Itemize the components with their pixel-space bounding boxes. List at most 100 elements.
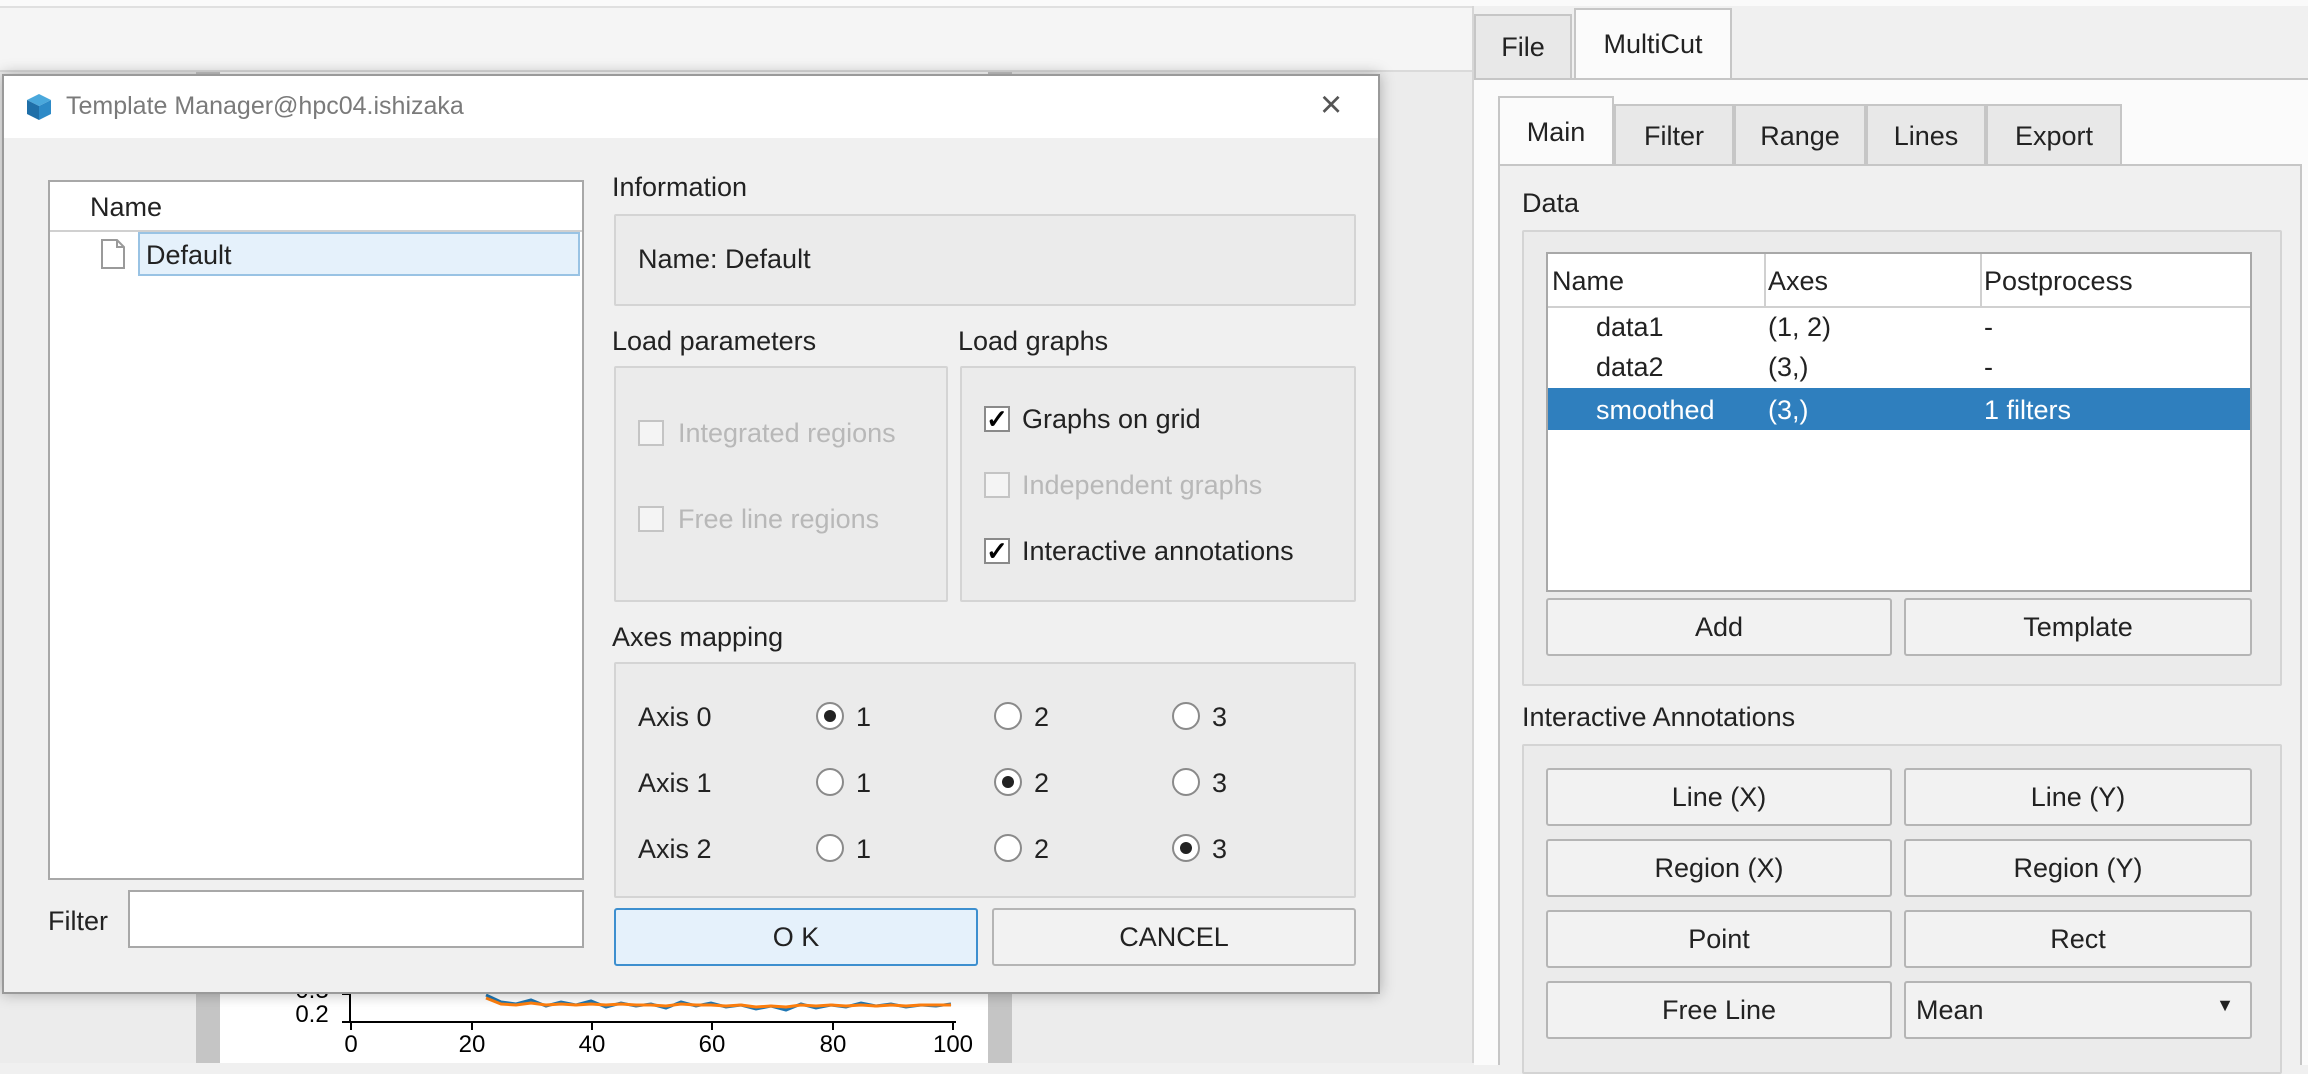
template-list-header: Name bbox=[50, 182, 582, 232]
free-line-button[interactable]: Free Line bbox=[1546, 981, 1892, 1039]
region-y-button[interactable]: Region (Y) bbox=[1904, 839, 2252, 897]
table-row-selected[interactable]: smoothed (3,) 1 filters bbox=[1548, 388, 2250, 430]
free-line-regions-label: Free line regions bbox=[678, 504, 880, 534]
column-header-postprocess[interactable]: Postprocess bbox=[1984, 266, 2133, 297]
tab-multicut[interactable]: MultiCut bbox=[1574, 8, 1732, 78]
information-text: Name: Default bbox=[638, 244, 811, 274]
radio-label: 2 bbox=[1034, 834, 1050, 864]
axis-2-option-1-radio[interactable] bbox=[816, 834, 844, 862]
radio-label: 1 bbox=[856, 702, 872, 732]
load-parameters-title: Load parameters bbox=[612, 326, 817, 356]
row-postprocess: 1 filters bbox=[1984, 395, 2072, 425]
row-name: data1 bbox=[1596, 312, 1664, 342]
dialog-title-bar[interactable]: Template Manager@hpc04.ishizaka × bbox=[4, 76, 1378, 138]
information-title: Information bbox=[612, 172, 748, 202]
axis-2-label: Axis 2 bbox=[638, 834, 712, 864]
axis-0-option-1-radio[interactable] bbox=[816, 702, 844, 730]
independent-graphs-checkbox[interactable] bbox=[984, 472, 1010, 498]
column-header-name[interactable]: Name bbox=[1552, 266, 1624, 297]
axis-1-option-1-radio[interactable] bbox=[816, 768, 844, 796]
list-header-name[interactable]: Name bbox=[90, 192, 162, 223]
mode-select[interactable]: Mean ▼ bbox=[1904, 981, 2252, 1039]
document-icon bbox=[100, 238, 126, 277]
tab-export[interactable]: Export bbox=[1986, 104, 2122, 166]
row-name: smoothed bbox=[1596, 395, 1715, 425]
column-header-axes[interactable]: Axes bbox=[1768, 266, 1828, 297]
load-parameters-groupbox: Integrated regions Free line regions bbox=[614, 366, 948, 602]
row-axes: (1, 2) bbox=[1768, 312, 1832, 342]
filter-input[interactable] bbox=[128, 890, 584, 948]
radio-label: 1 bbox=[856, 834, 872, 864]
axis-0-option-2-radio[interactable] bbox=[994, 702, 1022, 730]
plot-x-tick-label: 0 bbox=[344, 1031, 357, 1058]
data-table-header: Name Axes Postprocess bbox=[1548, 254, 2250, 308]
rect-button[interactable]: Rect bbox=[1904, 910, 2252, 968]
radio-label: 3 bbox=[1212, 768, 1228, 798]
line-y-button[interactable]: Line (Y) bbox=[1904, 768, 2252, 826]
graphs-on-grid-label: Graphs on grid bbox=[1022, 404, 1201, 434]
data-section-title: Data bbox=[1522, 188, 1580, 218]
tab-main[interactable]: Main bbox=[1498, 96, 1614, 166]
template-list: Name Default bbox=[48, 180, 584, 880]
free-line-regions-checkbox[interactable] bbox=[638, 506, 664, 532]
app-cube-icon bbox=[24, 92, 54, 129]
axis-2-option-2-radio[interactable] bbox=[994, 834, 1022, 862]
graphs-on-grid-checkbox[interactable]: ✓ bbox=[984, 406, 1010, 432]
ok-button[interactable]: O K bbox=[614, 908, 978, 966]
filter-label: Filter bbox=[48, 906, 108, 936]
toolbar-area bbox=[0, 8, 1472, 72]
row-axes: (3,) bbox=[1768, 352, 1809, 382]
independent-graphs-label: Independent graphs bbox=[1022, 470, 1263, 500]
plot-x-tick-label: 40 bbox=[579, 1031, 606, 1058]
radio-label: 3 bbox=[1212, 702, 1228, 732]
axis-0-label: Axis 0 bbox=[638, 702, 712, 732]
axis-1-option-2-radio[interactable] bbox=[994, 768, 1022, 796]
template-manager-dialog: Template Manager@hpc04.ishizaka × Name D… bbox=[2, 74, 1380, 994]
plot-x-tick-label: 60 bbox=[699, 1031, 726, 1058]
load-graphs-groupbox: ✓ Graphs on grid Independent graphs ✓ In… bbox=[960, 366, 1356, 602]
information-groupbox: Name: Default bbox=[614, 214, 1356, 306]
radio-label: 2 bbox=[1034, 768, 1050, 798]
chevron-down-icon: ▼ bbox=[2216, 995, 2234, 1015]
tab-filter[interactable]: Filter bbox=[1614, 104, 1734, 166]
tab-range[interactable]: Range bbox=[1734, 104, 1866, 166]
row-postprocess: - bbox=[1984, 352, 1993, 382]
right-panel: File MultiCut Main Filter Range Lines Ex… bbox=[1472, 6, 2308, 1074]
axis-1-label: Axis 1 bbox=[638, 768, 712, 798]
region-x-button[interactable]: Region (X) bbox=[1546, 839, 1892, 897]
template-button[interactable]: Template bbox=[1904, 598, 2252, 656]
annotations-section-title: Interactive Annotations bbox=[1522, 702, 1796, 732]
data-table: Name Axes Postprocess data1 (1, 2) - dat… bbox=[1546, 252, 2252, 592]
plot-x-ticks: 0 20 40 60 80 100 bbox=[344, 1022, 973, 1058]
axis-1-option-3-radio[interactable] bbox=[1172, 768, 1200, 796]
axis-2-option-3-radio[interactable] bbox=[1172, 834, 1200, 862]
cancel-button[interactable]: CANCEL bbox=[992, 908, 1356, 966]
table-row[interactable]: data1 (1, 2) - bbox=[1548, 306, 2250, 346]
plot-series-blue bbox=[485, 993, 952, 1012]
tab-lines[interactable]: Lines bbox=[1866, 104, 1986, 166]
table-row[interactable]: data2 (3,) - bbox=[1548, 346, 2250, 386]
list-item[interactable]: Default bbox=[50, 232, 582, 276]
plot-x-tick-label: 20 bbox=[459, 1031, 486, 1058]
row-name: data2 bbox=[1596, 352, 1664, 382]
row-postprocess: - bbox=[1984, 312, 1993, 342]
list-item-label: Default bbox=[146, 240, 232, 270]
point-button[interactable]: Point bbox=[1546, 910, 1892, 968]
line-x-button[interactable]: Line (X) bbox=[1546, 768, 1892, 826]
integrated-regions-label: Integrated regions bbox=[678, 418, 896, 448]
radio-label: 2 bbox=[1034, 702, 1050, 732]
row-axes: (3,) bbox=[1768, 395, 1809, 425]
dialog-title: Template Manager@hpc04.ishizaka bbox=[66, 92, 464, 120]
integrated-regions-checkbox[interactable] bbox=[638, 420, 664, 446]
column-divider bbox=[1980, 254, 1982, 306]
plot-y-tick-label: 0.2 bbox=[295, 1001, 328, 1028]
tab-file[interactable]: File bbox=[1474, 14, 1572, 78]
interactive-annotations-label: Interactive annotations bbox=[1022, 536, 1294, 566]
axis-0-option-3-radio[interactable] bbox=[1172, 702, 1200, 730]
radio-label: 1 bbox=[856, 768, 872, 798]
load-graphs-title: Load graphs bbox=[958, 326, 1109, 356]
interactive-annotations-checkbox[interactable]: ✓ bbox=[984, 538, 1010, 564]
column-divider bbox=[1764, 254, 1766, 306]
close-icon[interactable]: × bbox=[1320, 86, 1342, 124]
add-button[interactable]: Add bbox=[1546, 598, 1892, 656]
